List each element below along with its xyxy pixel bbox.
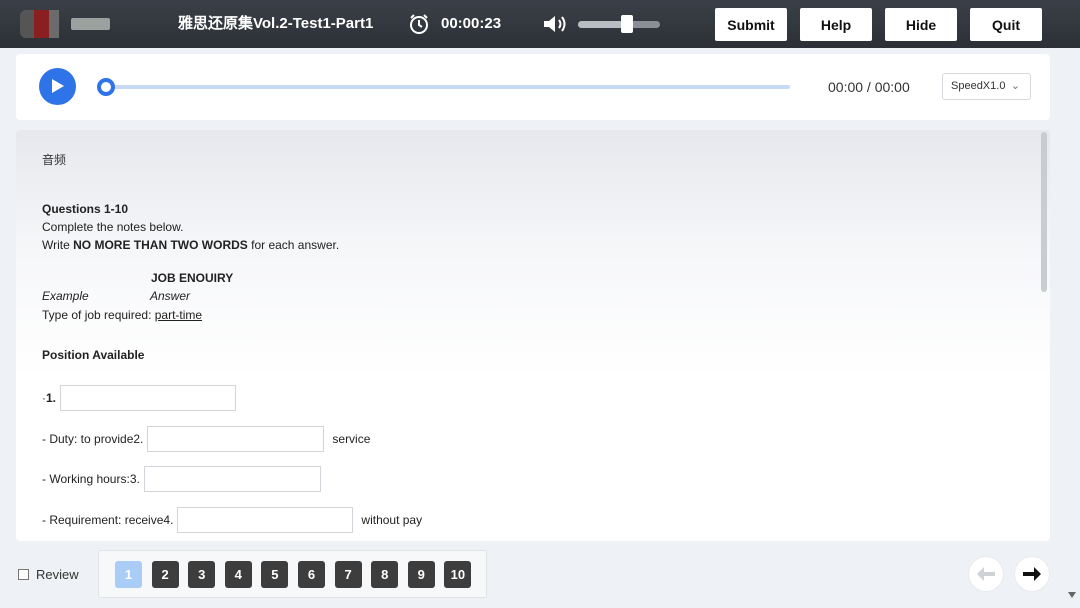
question-number-button-9[interactable]: 9 [407, 561, 435, 588]
review-checkbox[interactable]: Review [18, 567, 79, 582]
audio-player: 00:00 / 00:00 SpeedX1.0 ⌄ [16, 54, 1050, 120]
speed-select[interactable]: SpeedX1.0 ⌄ [942, 73, 1031, 100]
question-number-button-3[interactable]: 3 [188, 561, 216, 588]
audio-progress-bar[interactable] [106, 85, 790, 89]
test-title: 雅思还原集Vol.2-Test1-Part1 [178, 15, 374, 32]
instruction-line-1: Complete the notes below. [42, 220, 184, 234]
question-number-button-2[interactable]: 2 [151, 561, 179, 588]
audio-time: 00:00 / 00:00 [828, 79, 910, 95]
audio-progress-handle[interactable] [97, 78, 115, 96]
question-item-3: - Working hours: 3. [42, 466, 329, 492]
answer-input-2[interactable] [147, 426, 325, 452]
review-label: Review [36, 567, 79, 582]
example-line: Type of job required: part-time [42, 308, 203, 322]
volume-slider[interactable] [578, 21, 660, 28]
question-item-2: - Duty: to provide 2. service [42, 426, 370, 452]
checkbox-icon[interactable] [18, 569, 29, 580]
volume-slider-handle[interactable] [621, 15, 633, 33]
content-scrollbar[interactable] [1041, 132, 1047, 292]
arrow-left-icon [977, 567, 995, 581]
section-label: 音频 [42, 153, 67, 167]
question-item-1: · 1. [42, 385, 244, 411]
instruction-line-2: Write NO MORE THAN TWO WORDS for each an… [42, 238, 340, 252]
play-icon [52, 79, 64, 93]
scroll-down-icon[interactable] [1068, 592, 1076, 598]
answer-input-3[interactable] [143, 466, 321, 492]
speed-value: SpeedX1.0 [951, 80, 1006, 92]
example-answer-label: Answer [150, 289, 191, 303]
example-label: Example [42, 289, 89, 303]
hide-button[interactable]: Hide [885, 8, 957, 41]
notes-title: JOB ENOUIRY [151, 271, 234, 285]
top-bar: 雅思还原集Vol.2-Test1-Part1 00:00:23 Submit H… [0, 0, 1080, 48]
position-heading: Position Available [42, 348, 145, 362]
question-number-button-7[interactable]: 7 [334, 561, 362, 588]
question-number-button-1[interactable]: 1 [115, 561, 142, 588]
speaker-icon[interactable] [543, 14, 569, 34]
question-number-button-4[interactable]: 4 [224, 561, 252, 588]
question-content: 音频 Questions 1-10 Complete the notes bel… [16, 130, 1050, 541]
previous-question-button[interactable] [969, 557, 1003, 591]
user-avatar [20, 10, 110, 38]
arrow-right-icon [1023, 567, 1041, 581]
alarm-clock-icon [410, 14, 428, 34]
submit-button[interactable]: Submit [715, 8, 787, 41]
play-button[interactable] [39, 68, 76, 105]
volume-fill [578, 21, 628, 28]
question-number-button-6[interactable]: 6 [298, 561, 325, 588]
timer: 00:00:23 [441, 15, 502, 32]
question-number-button-10[interactable]: 10 [444, 561, 472, 588]
next-question-button[interactable] [1015, 557, 1049, 591]
answer-input-1[interactable] [60, 385, 237, 411]
question-navigator: 1 2 3 4 5 6 7 8 9 10 [98, 550, 487, 598]
chevron-down-icon: ⌄ [1010, 80, 1020, 92]
answer-input-4[interactable] [177, 507, 354, 533]
question-number-button-5[interactable]: 5 [261, 561, 289, 588]
question-item-4: - Requirement: receive 4. without pay [42, 507, 422, 533]
help-button[interactable]: Help [800, 8, 872, 41]
quit-button[interactable]: Quit [970, 8, 1042, 41]
question-number-button-8[interactable]: 8 [371, 561, 399, 588]
questions-heading: Questions 1-10 [42, 202, 129, 216]
